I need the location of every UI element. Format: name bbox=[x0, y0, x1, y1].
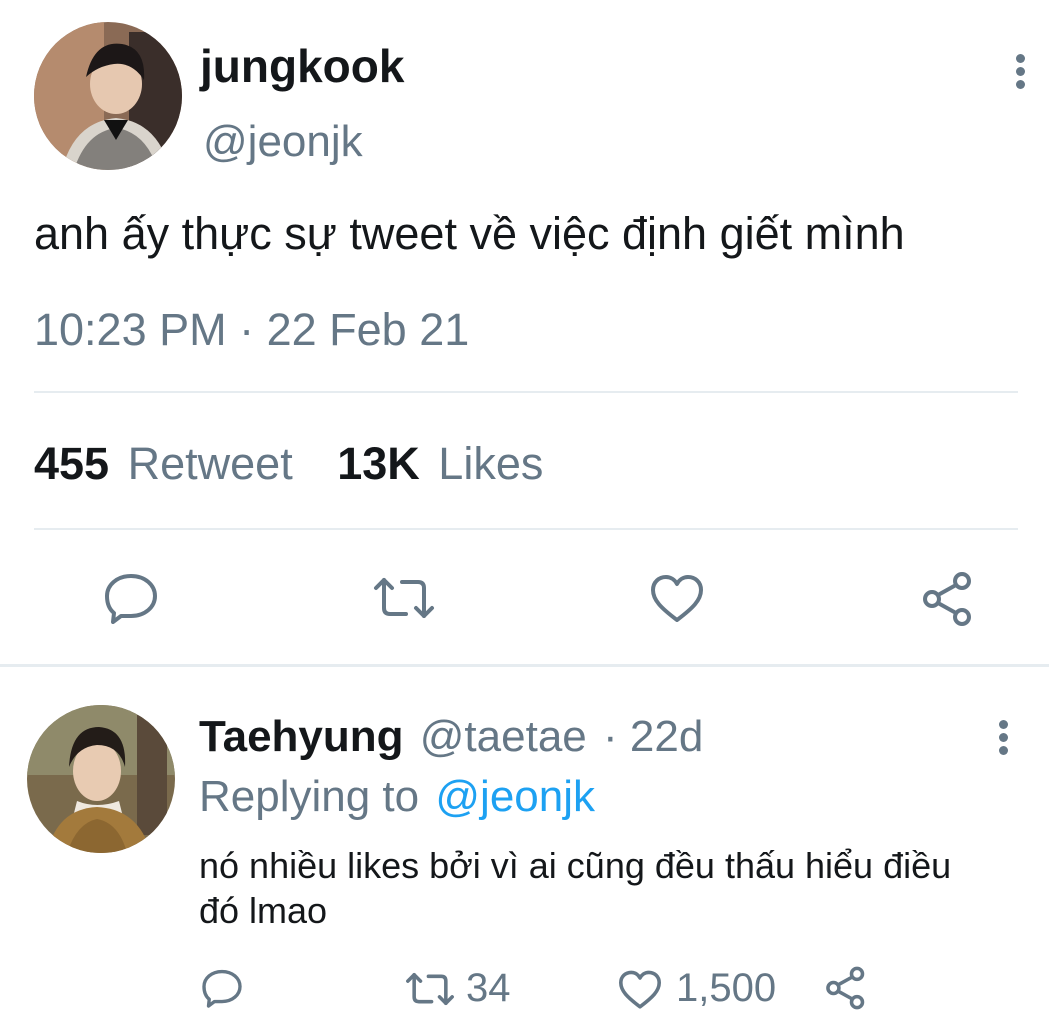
more-vertical-icon[interactable] bbox=[1010, 52, 1032, 92]
tweet-timestamp[interactable]: 10:23 PM · 22 Feb 21 bbox=[34, 302, 469, 358]
section-divider bbox=[0, 664, 1049, 667]
share-icon[interactable] bbox=[920, 571, 976, 627]
like-icon[interactable] bbox=[617, 970, 663, 1010]
share-icon[interactable] bbox=[824, 966, 868, 1010]
reply-icon[interactable] bbox=[103, 572, 159, 624]
reply-age[interactable]: · 22d bbox=[603, 712, 703, 761]
replying-prefix: Replying to bbox=[199, 772, 420, 821]
reply-text-line-1: nó nhiều likes bởi vì ai cũng đều thấu h… bbox=[199, 845, 952, 886]
reply-like-count: 1,500 bbox=[676, 966, 777, 1010]
retweet-label[interactable]: Retweet bbox=[128, 438, 293, 489]
reply-author-avatar[interactable] bbox=[27, 705, 175, 853]
tweet-stats: 455 Retweet 13K Likes bbox=[34, 436, 543, 492]
reply-icon[interactable] bbox=[201, 968, 243, 1008]
reply-display-name[interactable]: Taehyung bbox=[199, 712, 404, 761]
likes-label[interactable]: Likes bbox=[438, 438, 543, 489]
like-icon[interactable] bbox=[649, 574, 705, 624]
divider bbox=[34, 391, 1018, 393]
reply-text-line-2: đó lmao bbox=[199, 890, 328, 931]
retweet-icon[interactable] bbox=[404, 970, 456, 1008]
retweet-icon[interactable] bbox=[372, 574, 436, 622]
reply-handle[interactable]: @taetae bbox=[420, 712, 587, 761]
reply-header: Taehyung @taetae · 22d bbox=[199, 710, 703, 764]
replying-to: Replying to @jeonjk bbox=[199, 770, 595, 824]
author-display-name[interactable]: jungkook bbox=[200, 38, 404, 94]
more-vertical-icon[interactable] bbox=[993, 718, 1015, 758]
tweet-text: anh ấy thực sự tweet về việc định giết m… bbox=[34, 208, 905, 259]
reply-retweet-count: 34 bbox=[466, 966, 511, 1010]
retweet-count[interactable]: 455 bbox=[34, 438, 109, 489]
likes-count[interactable]: 13K bbox=[337, 438, 420, 489]
replying-handle-link[interactable]: @jeonjk bbox=[435, 772, 595, 821]
author-avatar[interactable] bbox=[34, 22, 182, 170]
divider bbox=[34, 528, 1018, 530]
author-handle[interactable]: @jeonjk bbox=[203, 116, 363, 168]
